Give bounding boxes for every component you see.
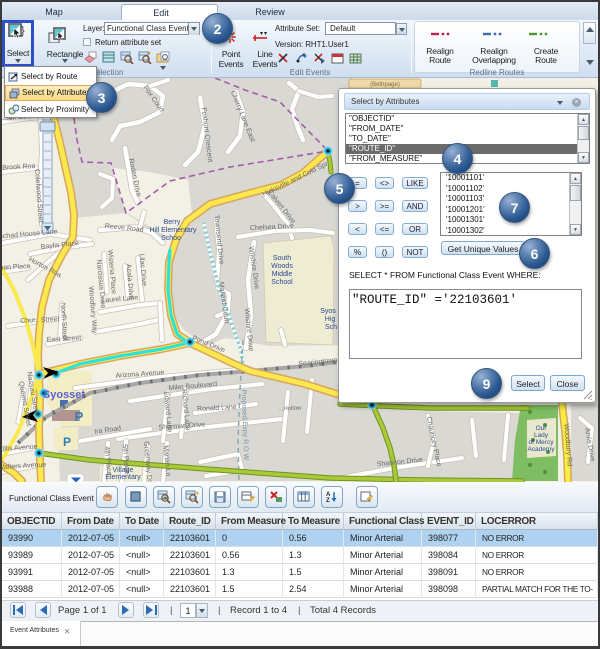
svg-text:Our: Our (536, 425, 548, 432)
svg-text:Village: Village (113, 467, 134, 474)
svg-text:Syosset: Syosset (43, 389, 86, 401)
svg-text:Sch: Sch (325, 324, 337, 331)
svg-text:Elementary: Elementary (105, 474, 141, 481)
svg-text:Academy: Academy (527, 446, 555, 453)
svg-text:P: P (63, 435, 71, 449)
svg-text:South: South (273, 255, 291, 262)
svg-text:Hill Elementary: Hill Elementary (149, 227, 197, 234)
svg-text:Syos: Syos (320, 308, 336, 315)
svg-text:Lady: Lady (534, 432, 549, 439)
svg-text:School: School (271, 279, 293, 286)
svg-text:}: } (21, 25, 25, 37)
svg-text:Z: Z (326, 498, 330, 504)
svg-text:Middle: Middle (272, 271, 293, 278)
svg-text:P: P (75, 409, 84, 424)
svg-text:Berry: Berry (164, 219, 181, 226)
svg-text:Schoo: Schoo (161, 235, 181, 242)
svg-text:...Hollow: ...Hollow (278, 406, 302, 413)
svg-text:Hig: Hig (325, 316, 336, 323)
svg-text:of Mercy: of Mercy (529, 439, 555, 446)
svg-text:Woods: Woods (271, 263, 293, 270)
